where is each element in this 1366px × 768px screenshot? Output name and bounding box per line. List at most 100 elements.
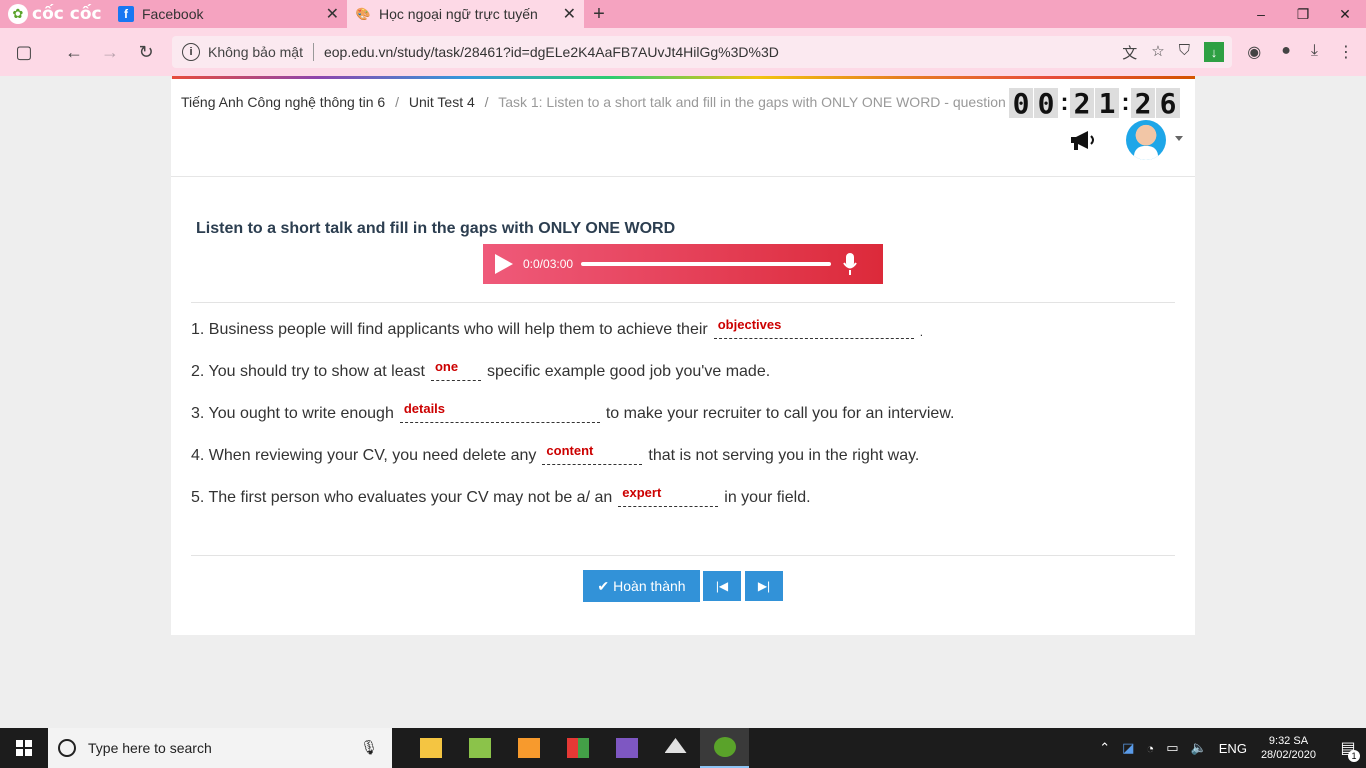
question-tail: specific example good job you've made. <box>486 363 771 380</box>
question-text: 5. The first person who evaluates your C… <box>191 489 613 506</box>
sidebar-toggle-icon[interactable]: ▢ <box>6 34 42 70</box>
question-3: 3. You ought to write enough details to … <box>191 401 954 423</box>
play-icon[interactable] <box>495 254 513 274</box>
system-tray: ⌃ ◪ ◔ ▭ 🔈 ENG 9:32 SA 28/02/2020 ▤ 1 <box>1093 728 1366 768</box>
timer-digit: 0 <box>1034 87 1058 120</box>
forward-icon[interactable]: → <box>92 34 128 70</box>
reload-icon[interactable]: ↻ <box>128 34 164 70</box>
coccoc-logo-icon: ✿ <box>8 4 28 24</box>
question-4: 4. When reviewing your CV, you need dele… <box>191 443 919 465</box>
timer-minutes: 21 <box>1070 87 1120 120</box>
clock-date: 28/02/2020 <box>1260 749 1316 761</box>
windows-taskbar: Type here to search 🎙 ⌃ ◪ ◔ ▭ 🔈 ENG 9:32… <box>0 728 1366 768</box>
question-tail: to make your recruiter to call you for a… <box>605 405 955 422</box>
close-tab-icon[interactable]: ✕ <box>563 4 576 24</box>
answer-field-3[interactable]: details <box>399 401 600 423</box>
breadcrumb-course[interactable]: Tiếng Anh Công nghệ thông tin 6 <box>181 94 385 110</box>
browser-brand[interactable]: ✿ cốc cốc <box>0 0 110 28</box>
toolbar-right: ◉ ● ⤓ ⋮ <box>1247 42 1354 62</box>
answer-field-2[interactable]: one <box>430 359 481 381</box>
download-extension-icon[interactable]: ↓ <box>1204 42 1224 62</box>
bookmark-star-icon[interactable]: ☆ <box>1151 42 1164 63</box>
microphone-icon[interactable] <box>843 252 857 276</box>
divider <box>312 43 314 61</box>
wifi-icon[interactable]: ◔ <box>1146 741 1154 756</box>
unity-app[interactable] <box>651 728 700 768</box>
browser-nav-bar: ▢ ← → ↻ i Không bảo mật eop.edu.vn/study… <box>0 28 1366 76</box>
timer-digit: 1 <box>1095 87 1119 120</box>
start-button[interactable] <box>0 728 48 768</box>
question-tail: . <box>919 325 924 339</box>
profile-icon[interactable]: ● <box>1281 42 1291 62</box>
facebook-icon: f <box>118 6 134 22</box>
megaphone-icon[interactable] <box>1069 129 1097 151</box>
countdown-timer: 00 : 21 : 26 <box>1009 87 1181 120</box>
notification-center[interactable]: ▤ 1 <box>1330 728 1366 768</box>
timer-digit: 2 <box>1131 87 1155 120</box>
skip-back-icon: |◀ <box>715 579 729 593</box>
restore-icon[interactable]: ❐ <box>1282 0 1324 28</box>
cortana-icon <box>58 739 76 757</box>
timer-digit: 6 <box>1156 87 1180 120</box>
volume-icon[interactable]: 🔈 <box>1191 740 1207 756</box>
security-label: Không bảo mật <box>208 44 303 60</box>
app-2[interactable] <box>455 728 504 768</box>
chevron-up-icon[interactable]: ⌃ <box>1099 740 1110 756</box>
info-icon[interactable]: i <box>182 43 200 61</box>
finish-button[interactable]: ✔ Hoàn thành <box>583 570 700 602</box>
tab-facebook[interactable]: f Facebook ✕ <box>110 0 347 28</box>
sublime-app[interactable] <box>504 728 553 768</box>
translate-icon[interactable]: ⽂ <box>1122 42 1137 63</box>
timer-digit: 0 <box>1009 87 1033 120</box>
language-indicator[interactable]: ENG <box>1219 741 1247 756</box>
close-tab-icon[interactable]: ✕ <box>326 4 339 24</box>
question-tail: that is not serving you in the right way… <box>648 447 920 464</box>
windows-logo-icon <box>16 740 32 756</box>
taskbar-search[interactable]: Type here to search 🎙 <box>48 728 392 768</box>
folder-icon <box>419 738 442 758</box>
tray-app-icon[interactable]: ◪ <box>1122 740 1134 756</box>
close-window-icon[interactable]: ✕ <box>1324 0 1366 28</box>
address-bar[interactable]: i Không bảo mật eop.edu.vn/study/task/28… <box>172 36 1232 68</box>
answer-field-4[interactable]: content <box>542 443 643 465</box>
task-title: Listen to a short talk and fill in the g… <box>196 220 676 237</box>
breadcrumb-separator: / <box>484 94 489 110</box>
site-icon: 🎨 <box>355 7 371 21</box>
clock[interactable]: 9:32 SA 28/02/2020 <box>1261 734 1316 762</box>
visual-studio-app[interactable] <box>602 728 651 768</box>
divider <box>191 302 1175 303</box>
coccoc-app[interactable] <box>700 728 749 768</box>
question-text: 1. Business people will find applicants … <box>191 321 708 338</box>
notification-badge: 1 <box>1348 750 1360 762</box>
answer-field-5[interactable]: expert <box>618 485 719 507</box>
breadcrumb-unit[interactable]: Unit Test 4 <box>409 94 475 110</box>
microphone-icon[interactable]: 🎙 <box>360 739 378 756</box>
audio-progress-bar[interactable] <box>581 262 832 266</box>
shield-icon[interactable]: ⛉ <box>1179 42 1190 63</box>
timer-hours: 00 <box>1009 87 1059 120</box>
file-explorer-app[interactable] <box>406 728 455 768</box>
menu-icon[interactable]: ⋮ <box>1338 42 1354 62</box>
app-4[interactable] <box>553 728 602 768</box>
answer-field-1[interactable]: objectives <box>713 317 914 339</box>
minimize-icon[interactable]: – <box>1240 0 1282 28</box>
new-tab-button[interactable]: + <box>584 0 614 28</box>
previous-button[interactable]: |◀ <box>703 571 741 601</box>
back-icon[interactable]: ← <box>56 34 92 70</box>
downloads-icon[interactable]: ⤓ <box>1311 42 1318 62</box>
search-placeholder: Type here to search <box>88 740 212 756</box>
tab-study[interactable]: 🎨 Học ngoại ngữ trực tuyến ✕ <box>347 0 584 28</box>
visual-studio-icon <box>615 738 638 758</box>
timer-colon: : <box>1121 89 1130 116</box>
user-avatar[interactable] <box>1126 120 1166 160</box>
question-tail: in your field. <box>724 489 811 506</box>
url-text[interactable]: eop.edu.vn/study/task/28461?id=dgELe2K4A… <box>324 44 779 60</box>
timer-seconds: 26 <box>1131 87 1181 120</box>
coccoc-icon <box>713 737 736 757</box>
battery-icon[interactable]: ▭ <box>1166 740 1178 756</box>
sublime-icon <box>517 738 540 758</box>
browser-tab-bar: ✿ cốc cốc f Facebook ✕ 🎨 Học ngoại ngữ t… <box>0 0 1366 28</box>
chevron-down-icon[interactable] <box>1175 136 1183 141</box>
extension-icon[interactable]: ◉ <box>1247 42 1261 62</box>
next-button[interactable]: ▶| <box>745 571 783 601</box>
